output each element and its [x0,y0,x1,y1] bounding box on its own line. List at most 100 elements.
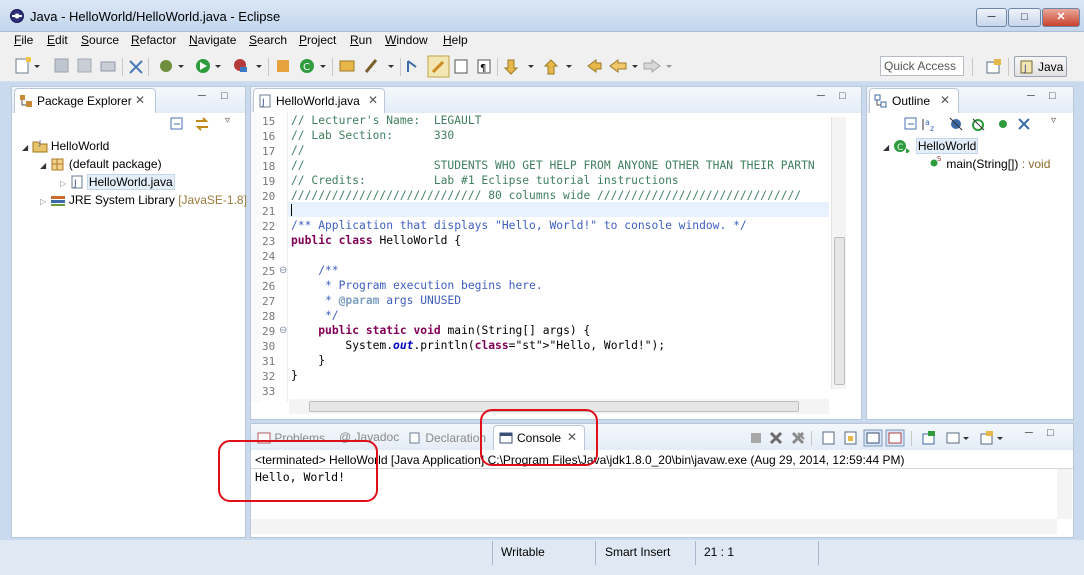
output-highlight-ring [218,440,378,502]
vertical-scrollbar[interactable] [831,117,846,389]
outline-toolbar-icons[interactable]: az [903,116,1063,132]
code-line[interactable]: // Lecturer's Name: LEGAULT [291,114,481,127]
menu-help[interactable]: Help [443,33,468,47]
clear-console-icon [822,431,835,445]
window-title: Java - HelloWorld/HelloWorld.java - Ecli… [30,9,281,24]
code-line[interactable]: /** Application that displays "Hello, Wo… [291,219,747,232]
tree-jre-library[interactable]: ▷ JRE System Library [JavaSE-1.8] [40,190,247,208]
tab-declaration[interactable]: Declaration [408,430,486,445]
scroll-thumb[interactable] [834,237,845,385]
close-tab-icon[interactable]: ✕ [135,93,145,107]
code-line[interactable]: System.out.println(class="st">"Hello, Wo… [291,339,665,352]
tree-class-helloworld[interactable]: ◢ C HelloWorld [883,136,979,154]
line-number: 21 [262,205,276,218]
svg-text:C: C [303,62,310,73]
open-console-icon [980,431,1003,445]
code-line[interactable]: } [291,369,298,382]
open-perspective-icon[interactable] [986,59,1002,75]
line-number: 16 [262,130,276,143]
save-all-icon [77,58,92,73]
close-button[interactable]: ✕ [1042,8,1080,27]
class-label: HelloWorld [915,138,979,154]
code-line[interactable]: } [291,354,325,367]
minimize-button[interactable]: ─ [976,8,1007,27]
tab-label: Outline [892,94,931,108]
code-line[interactable]: // STUDENTS WHO GET HELP FROM ANYONE OTH… [291,159,815,172]
minimize-view-icon[interactable]: ─ [817,90,825,102]
code-line[interactable]: public static void main(String[] args) { [291,324,590,337]
tab-helloworld-java[interactable]: J HelloWorld.java ✕ [253,88,385,113]
fold-toggle-icon[interactable]: ⊖ [279,325,287,336]
line-number: 29 [262,325,276,338]
fold-toggle-icon[interactable]: ⊖ [279,265,287,276]
close-tab-icon[interactable]: ✕ [368,93,378,107]
code-line[interactable]: * @param args UNUSED [291,294,461,307]
tree-file-helloworld-java[interactable]: ▷ J HelloWorld.java [60,172,175,190]
link-with-editor-icon[interactable] [194,116,210,132]
terminate-icon [751,433,761,443]
declaration-icon [409,432,420,444]
code-line[interactable]: */ [291,309,339,322]
open-type-icon [339,60,355,72]
menu-navigate[interactable]: Navigate [189,33,236,47]
minimize-view-icon[interactable]: ─ [1027,90,1035,102]
console-vertical-scrollbar[interactable] [1057,469,1072,519]
menu-window[interactable]: Window [385,33,428,47]
menu-refactor[interactable]: Refactor [131,33,176,47]
code-line[interactable]: // Lab Section: 330 [291,129,454,142]
maximize-view-icon[interactable]: □ [1047,427,1054,439]
line-number: 28 [262,310,276,323]
line-number: 27 [262,295,276,308]
menu-edit[interactable]: Edit [47,33,68,47]
console-horizontal-scrollbar[interactable] [251,519,1057,534]
menu-run[interactable]: Run [350,33,372,47]
minimize-view-icon[interactable]: ─ [198,90,206,102]
new-class-icon: C [300,59,314,73]
minimize-view-icon[interactable]: ─ [1025,427,1033,439]
status-separator [595,541,596,565]
tree-default-package[interactable]: ◢ (default package) [40,154,162,172]
code-line[interactable]: public class HelloWorld { [291,234,461,247]
outline-panel: Outline ✕ ─ □ az ▿ ◢ C HelloWorld S main… [866,86,1074,420]
view-menu-icon[interactable]: ▿ [225,115,230,126]
menu-source[interactable]: Source [81,33,119,47]
collapse-all-icon[interactable] [170,117,184,131]
code-line[interactable]: // [291,144,305,157]
tree-project-helloworld[interactable]: ◢ J HelloWorld [22,136,109,154]
expanded-arrow-icon: ◢ [22,143,29,152]
hide-static-icon [972,118,985,131]
tree-method-main[interactable]: S main(String[]) : void [929,154,1050,172]
text-cursor [291,204,292,216]
line-number: 18 [262,160,276,173]
tab-outline[interactable]: Outline ✕ [869,88,959,113]
next-annotation-icon [407,60,417,72]
skip-breakpoints-icon [129,60,143,74]
package-icon [51,158,63,171]
maximize-view-icon[interactable]: □ [221,90,228,102]
quick-access-input[interactable]: Quick Access [880,56,964,76]
code-line[interactable]: * Program execution begins here. [291,279,543,292]
menu-project[interactable]: Project [299,33,336,47]
file-label: HelloWorld.java [86,174,175,190]
svg-text:J: J [261,98,265,108]
code-line[interactable]: /** [291,264,338,277]
java-perspective-button[interactable]: J Java [1014,56,1067,77]
method-return-type: : void [1021,157,1051,171]
maximize-view-icon[interactable]: □ [1049,90,1056,102]
library-icon [50,196,65,206]
new-java-project-icon [277,60,289,72]
code-line[interactable]: // Credits: Lab #1 Eclipse tutorial inst… [291,174,679,187]
close-tab-icon[interactable]: ✕ [940,93,950,107]
menu-search[interactable]: Search [249,33,287,47]
maximize-view-icon[interactable]: □ [839,90,846,102]
tab-package-explorer[interactable]: Package Explorer ✕ [14,88,156,113]
view-menu-icon[interactable]: ▿ [1051,115,1056,126]
line-number: 22 [262,220,276,233]
menu-file[interactable]: File [14,33,33,47]
line-number: 30 [262,340,276,353]
package-explorer-panel: Package Explorer ✕ ─ □ ▿ ◢ J HelloWorld … [11,86,247,538]
line-number: 32 [262,370,276,383]
code-line[interactable]: //////////////////////////// 80 columns … [291,189,801,202]
tab-label: HelloWorld.java [276,94,360,108]
maximize-button[interactable]: □ [1008,8,1041,27]
